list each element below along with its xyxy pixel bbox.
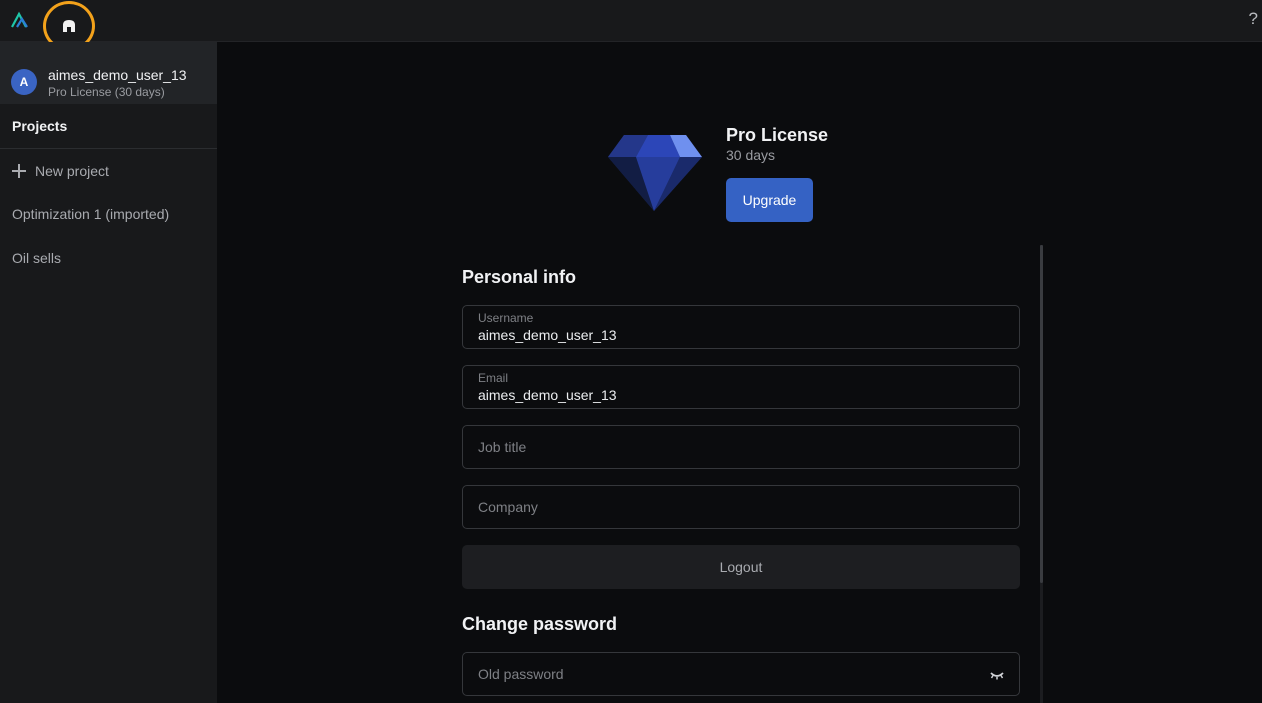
app-logo-icon[interactable] <box>11 11 29 29</box>
diamond-icon <box>608 135 702 211</box>
sidebar-item-project[interactable]: Optimization 1 (imported) <box>12 206 169 222</box>
sidebar: A aimes_demo_user_13 Pro License (30 day… <box>0 42 217 703</box>
avatar: A <box>11 69 37 95</box>
old-password-placeholder: Old password <box>478 666 564 682</box>
sidebar-item-project[interactable]: Oil sells <box>12 250 61 266</box>
change-password-title: Change password <box>462 614 618 634</box>
user-license: Pro License (30 days) <box>48 85 165 99</box>
email-label: Email <box>478 371 509 385</box>
email-field[interactable]: Email aimes_demo_user_13 <box>462 365 1020 409</box>
company-placeholder: Company <box>478 499 538 515</box>
new-project-button[interactable]: New project <box>12 162 109 179</box>
username-field[interactable]: Username aimes_demo_user_13 <box>462 305 1020 349</box>
help-button[interactable]: ? <box>1249 9 1258 29</box>
scrollbar[interactable] <box>1040 245 1043 703</box>
company-field[interactable]: Company <box>462 485 1020 529</box>
home-icon <box>63 20 75 32</box>
personal-info-title: Personal info <box>462 267 577 287</box>
job-title-field[interactable]: Job title <box>462 425 1020 469</box>
email-value: aimes_demo_user_13 <box>478 387 617 403</box>
username-value: aimes_demo_user_13 <box>478 327 617 343</box>
scrollbar-thumb[interactable] <box>1040 245 1043 583</box>
user-name: aimes_demo_user_13 <box>48 67 187 83</box>
new-project-label: New project <box>35 163 109 179</box>
job-title-placeholder: Job title <box>478 439 527 455</box>
username-label: Username <box>478 311 534 325</box>
old-password-field[interactable]: Old password <box>462 652 1020 696</box>
projects-label: Projects <box>12 118 68 134</box>
top-bar: ? <box>0 0 1262 51</box>
upgrade-button[interactable]: Upgrade <box>726 178 813 222</box>
user-card[interactable]: A aimes_demo_user_13 Pro License (30 day… <box>0 42 217 104</box>
projects-header: Projects <box>0 104 217 149</box>
license-title: Pro License <box>726 125 829 145</box>
license-duration: 30 days <box>726 147 776 163</box>
eye-closed-icon[interactable] <box>989 667 1005 683</box>
logout-button[interactable]: Logout <box>462 545 1020 589</box>
plus-icon <box>12 164 26 178</box>
